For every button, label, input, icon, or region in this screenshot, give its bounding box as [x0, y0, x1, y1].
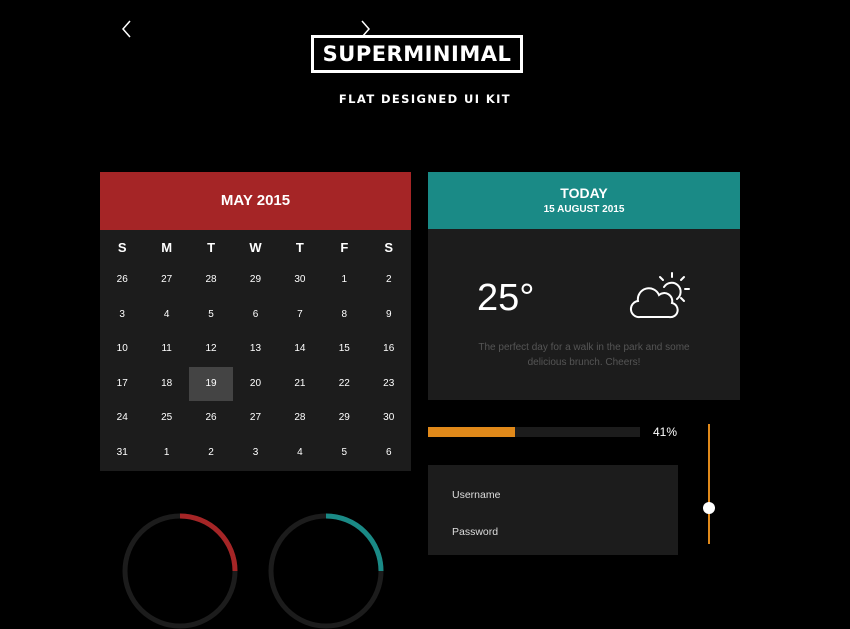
- brand-name: SUPERMINIMAL: [322, 42, 512, 66]
- calendar-day[interactable]: 3: [233, 436, 277, 471]
- calendar-day[interactable]: 14: [278, 332, 322, 367]
- login-form: Username Password: [428, 465, 678, 555]
- calendar-day[interactable]: 26: [189, 401, 233, 436]
- calendar-day[interactable]: 28: [189, 263, 233, 298]
- calendar-day[interactable]: 30: [278, 263, 322, 298]
- page-subtitle: FLAT DESIGNED UI KIT: [338, 92, 512, 106]
- calendar-day[interactable]: 31: [100, 436, 144, 471]
- calendar-day[interactable]: 13: [233, 332, 277, 367]
- calendar-day[interactable]: 15: [322, 332, 366, 367]
- calendar-day[interactable]: 19: [188, 366, 234, 402]
- calendar-day[interactable]: 4: [144, 298, 188, 333]
- calendar-week-row: 26 27 28 29 30 1 2: [100, 263, 411, 298]
- calendar-day[interactable]: 2: [367, 263, 411, 298]
- username-field[interactable]: Username: [452, 489, 500, 501]
- calendar-widget: MAY 2015 S M T W T F S 26 27 28 29 30 1 2 3 4 5 6 7 8 9 10 11 1…: [100, 172, 411, 471]
- calendar-day[interactable]: 29: [233, 263, 277, 298]
- calendar-day[interactable]: 8: [322, 298, 366, 333]
- calendar-day[interactable]: 22: [322, 367, 366, 402]
- weekday-label: M: [161, 240, 173, 255]
- weather-title: TODAY: [560, 185, 608, 201]
- weather-temperature: 25°: [477, 277, 535, 319]
- calendar-day[interactable]: 9: [367, 298, 411, 333]
- calendar-header: MAY 2015: [100, 172, 411, 230]
- calendar-day[interactable]: 11: [144, 332, 188, 367]
- calendar-day[interactable]: 28: [278, 401, 322, 436]
- calendar-day[interactable]: 12: [189, 332, 233, 367]
- vertical-slider-handle[interactable]: [703, 502, 715, 514]
- calendar-week-row: 17 18 19 20 21 22 23: [100, 366, 411, 402]
- calendar-day[interactable]: 3: [100, 298, 144, 333]
- calendar-day[interactable]: 1: [144, 436, 188, 471]
- calendar-day[interactable]: 21: [278, 367, 322, 402]
- chevron-right-icon[interactable]: [355, 19, 375, 39]
- calendar-day[interactable]: 2: [189, 436, 233, 471]
- weather-description: The perfect day for a walk in the park a…: [478, 342, 690, 368]
- calendar-day[interactable]: 27: [144, 263, 188, 298]
- calendar-week-row: 31 1 2 3 4 5 6: [100, 436, 411, 471]
- weekday-label: T: [295, 240, 304, 255]
- calendar-day[interactable]: 6: [367, 436, 411, 471]
- weather-date: 15 AUGUST 2015: [543, 204, 625, 215]
- calendar-day[interactable]: 29: [322, 401, 366, 436]
- weekday-label: W: [249, 240, 262, 255]
- calendar-day[interactable]: 25: [144, 401, 188, 436]
- calendar-day[interactable]: 4: [278, 436, 322, 471]
- calendar-day[interactable]: 20: [233, 367, 277, 402]
- weekday-label: S: [117, 240, 127, 255]
- calendar-day[interactable]: 5: [189, 298, 233, 333]
- calendar-week-row: 10 11 12 13 14 15 16: [100, 332, 411, 367]
- calendar-day[interactable]: 26: [100, 263, 144, 298]
- calendar-day[interactable]: 23: [367, 367, 411, 402]
- partly-cloudy-icon: [629, 272, 690, 319]
- weekday-row: SMTWTFS: [100, 240, 411, 255]
- chevron-left-icon[interactable]: [117, 19, 137, 39]
- vertical-slider-track[interactable]: [708, 424, 710, 544]
- calendar-week-row: 24 25 26 27 28 29 30: [100, 401, 411, 436]
- calendar-day[interactable]: 24: [100, 401, 144, 436]
- teal-progress-ring: [268, 513, 384, 629]
- brand-logo: SUPERMINIMAL: [311, 35, 523, 73]
- calendar-day[interactable]: 6: [233, 298, 277, 333]
- progress-label: 41%: [653, 425, 678, 439]
- red-progress-ring: [122, 513, 238, 629]
- calendar-month-label: MAY 2015: [220, 192, 291, 209]
- progress-fill: [428, 427, 515, 437]
- calendar-week-row: 3456789: [100, 298, 411, 333]
- calendar-day[interactable]: 17: [100, 367, 144, 402]
- calendar-day[interactable]: 30: [367, 401, 411, 436]
- weather-header: TODAY 15 AUGUST 2015: [428, 172, 740, 229]
- calendar-day[interactable]: 18: [144, 367, 188, 402]
- calendar-day[interactable]: 5: [322, 436, 366, 471]
- progress-bar: [428, 427, 640, 437]
- calendar-day[interactable]: 1: [322, 263, 366, 298]
- calendar-day[interactable]: 27: [233, 401, 277, 436]
- calendar-day[interactable]: 16: [367, 332, 411, 367]
- weekday-label: T: [207, 240, 216, 255]
- weekday-label: S: [384, 240, 394, 255]
- weekday-label: F: [340, 240, 349, 255]
- calendar-day[interactable]: 10: [100, 332, 144, 367]
- password-field[interactable]: Password: [452, 526, 498, 538]
- weather-widget: TODAY 15 AUGUST 2015 25° The perfect day…: [428, 172, 740, 400]
- calendar-day[interactable]: 7: [278, 298, 322, 333]
